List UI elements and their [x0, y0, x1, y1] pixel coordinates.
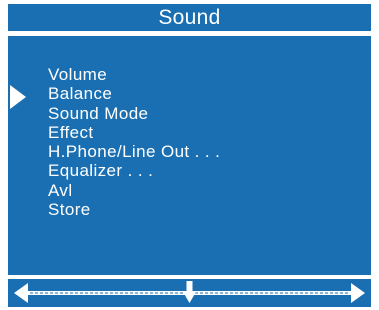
arrow-down-icon[interactable]: [182, 281, 197, 303]
balance-slider-graphic: [14, 281, 365, 303]
sound-menu-osd: Sound Volume Balance Sound Mode Effect H…: [0, 0, 379, 310]
menu-item-balance[interactable]: Balance: [48, 84, 220, 103]
menu-item-equalizer[interactable]: Equalizer . . .: [48, 161, 220, 180]
menu-item-volume[interactable]: Volume: [48, 65, 220, 84]
menu-panel: Volume Balance Sound Mode Effect H.Phone…: [8, 36, 371, 275]
triangle-right-icon: [10, 85, 26, 109]
menu-title: Sound: [8, 4, 371, 31]
menu-item-effect[interactable]: Effect: [48, 123, 220, 142]
arrow-left-icon[interactable]: [14, 283, 28, 303]
menu-item-sound-mode[interactable]: Sound Mode: [48, 104, 220, 123]
balance-slider[interactable]: [8, 279, 371, 307]
menu-item-hphone-line-out[interactable]: H.Phone/Line Out . . .: [48, 142, 220, 161]
menu-list: Volume Balance Sound Mode Effect H.Phone…: [48, 65, 220, 219]
arrow-right-icon[interactable]: [351, 283, 365, 303]
menu-item-store[interactable]: Store: [48, 200, 220, 219]
menu-item-avl[interactable]: Avl: [48, 181, 220, 200]
